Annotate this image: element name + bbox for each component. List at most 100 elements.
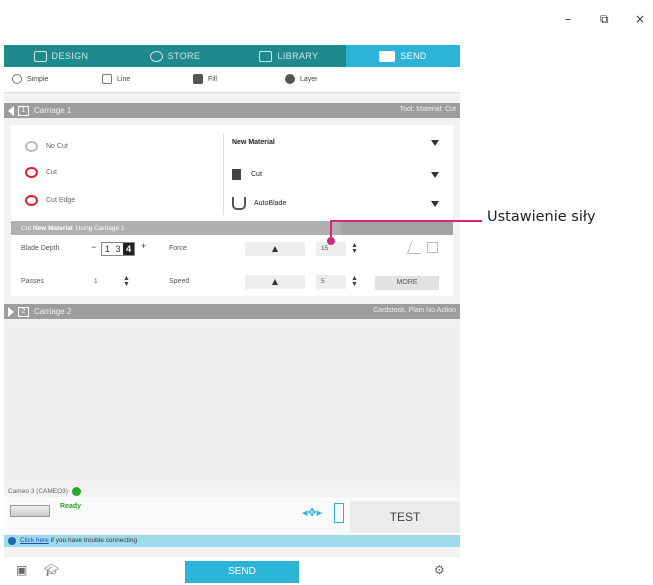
tool-no-cut-label: No Cut	[46, 143, 68, 150]
blade-depth-digit-2: 3	[115, 244, 121, 254]
slider-thumb-icon	[272, 246, 278, 252]
move-arrows-icon[interactable]: ◂✥▸	[302, 507, 322, 519]
mode-layer[interactable]: Layer	[285, 74, 318, 84]
empty-area	[4, 321, 460, 487]
autoblade-icon	[232, 197, 246, 210]
send-button[interactable]: SEND	[185, 561, 299, 583]
close-button[interactable]: ×	[635, 12, 645, 26]
tool-select-value: AutoBlade	[254, 200, 287, 207]
status-area: Ready ◂✥▸ TEST	[4, 497, 460, 535]
carriage-2-header[interactable]: 2 Carriage 2 Cardstock, Plain No Action	[4, 304, 460, 319]
top-nav: DESIGN STORE LIBRARY SEND	[4, 45, 460, 67]
tool-cut[interactable]: Cut	[25, 167, 57, 178]
cut-summary-suffix: Using Carriage 1	[75, 224, 125, 232]
store-icon	[149, 50, 163, 62]
cut-edge-icon	[25, 195, 38, 206]
chevron-down-icon	[431, 200, 439, 207]
help-link[interactable]: Click here	[20, 537, 49, 544]
cutter-machine-icon	[10, 505, 50, 517]
carriage-2-number: 2	[18, 306, 29, 317]
blade-depth-value[interactable]: 1 3 4	[101, 242, 135, 256]
tool-cut-edge[interactable]: Cut Edge	[25, 195, 75, 206]
graduation-cap-icon[interactable]: 🎓︎	[44, 563, 59, 577]
blade-icon	[232, 169, 241, 180]
bottom-bar: ▣ 🎓︎ SEND ⚙	[4, 557, 460, 585]
force-slider[interactable]	[245, 242, 305, 256]
chevron-down-icon	[431, 171, 439, 178]
slider-thumb-icon	[272, 279, 278, 285]
blade-depth-plus[interactable]: +	[141, 241, 146, 251]
cut-settings: Blade Depth − 1 3 4 + Force 1 5 ▲ ▼ Passes…	[11, 235, 453, 295]
tab-send[interactable]: SEND	[346, 45, 460, 67]
connection-label: Cameo 3 (CAMEO3)	[8, 487, 81, 496]
blade-depth-digit-3: 4	[123, 243, 135, 255]
tab-library-label: LIBRARY	[277, 51, 319, 61]
carriage-1-number: 1	[18, 105, 29, 116]
line-icon	[102, 74, 112, 84]
mode-simple-label: Simple	[27, 75, 49, 83]
tool-cut-edge-label: Cut Edge	[46, 197, 76, 204]
restore-button[interactable]: ⧉	[600, 12, 609, 27]
expand-arrow-icon	[8, 306, 14, 317]
mode-bar: Simple Line Fill Layer	[4, 67, 460, 93]
material-select[interactable]: New Material	[232, 139, 443, 146]
connected-check-icon	[71, 487, 81, 496]
force-label: Force	[169, 245, 187, 252]
callout-dot	[327, 237, 335, 245]
speed-value[interactable]: 5	[316, 275, 346, 289]
material-settings: New Material Cut AutoBlade	[223, 133, 449, 215]
force-spinner[interactable]: ▲ ▼	[351, 242, 358, 255]
cutter-icon[interactable]: ▣	[16, 563, 27, 577]
carriage-2-summary: Cardstock, Plain No Action	[373, 307, 456, 314]
test-button[interactable]: TEST	[350, 501, 460, 533]
minimize-button[interactable]: –	[565, 12, 571, 26]
collapse-arrow-icon	[8, 105, 14, 116]
design-icon	[33, 50, 47, 62]
layer-icon	[285, 74, 295, 84]
cut-style-list: No Cut Cut Cut Edge	[19, 133, 189, 219]
tool-no-cut[interactable]: No Cut	[25, 141, 68, 152]
fill-icon	[193, 74, 203, 84]
help-text: if you have trouble connecting	[48, 537, 138, 544]
cut-summary-material: New Material	[32, 224, 73, 232]
carriage-1-header[interactable]: 1 Carriage 1 Tool: Material: Cut	[4, 103, 460, 118]
line-preview-icon	[406, 242, 426, 254]
tab-store-label: STORE	[167, 51, 201, 61]
gear-icon[interactable]: ⚙	[434, 563, 445, 577]
mode-line[interactable]: Line	[102, 74, 130, 84]
status-ready: Ready	[60, 503, 82, 510]
mode-line-label: Line	[117, 75, 131, 83]
carriage-1-summary: Tool: Material: Cut	[399, 106, 456, 113]
chevron-down-icon	[431, 139, 439, 146]
speed-spinner[interactable]: ▲ ▼	[351, 275, 358, 288]
no-cut-icon	[25, 141, 38, 152]
speed-slider[interactable]	[245, 275, 305, 289]
more-button[interactable]: MORE	[375, 276, 439, 290]
cut-icon	[25, 167, 38, 178]
tab-store[interactable]: STORE	[118, 45, 232, 67]
action-select[interactable]: Cut	[232, 169, 443, 180]
cut-summary-prefix: Cut	[21, 224, 32, 232]
mode-fill[interactable]: Fill	[193, 74, 217, 84]
send-cutter-icon	[379, 50, 396, 62]
speed-label: Speed	[169, 278, 190, 285]
passes-value[interactable]: 1	[89, 275, 119, 289]
blade-depth-minus[interactable]: −	[91, 242, 96, 252]
passes-spinner[interactable]: ▲ ▼	[123, 275, 130, 288]
tab-design[interactable]: DESIGN	[4, 45, 118, 67]
mode-simple[interactable]: Simple	[12, 74, 48, 84]
info-icon	[8, 537, 16, 545]
simple-radio-icon	[12, 74, 22, 84]
cut-summary-bar: Cut New Material Using Carriage 1	[11, 221, 453, 235]
library-icon	[259, 50, 273, 62]
blade-depth-digit-1: 1	[104, 244, 110, 254]
help-bar: Click here if you have trouble connectin…	[4, 535, 460, 547]
material-select-value: New Material	[232, 139, 275, 146]
tab-library[interactable]: LIBRARY	[232, 45, 346, 67]
tool-select[interactable]: AutoBlade	[232, 197, 443, 210]
load-icon[interactable]	[334, 503, 344, 523]
silhouette-studio-window: DESIGN STORE LIBRARY SEND Simple Line Fi…	[4, 45, 460, 585]
carriage-2-label: Carriage 2	[34, 307, 72, 316]
device-name: Cameo 3 (CAMEO3)	[8, 488, 68, 496]
mode-fill-label: Fill	[208, 75, 217, 83]
